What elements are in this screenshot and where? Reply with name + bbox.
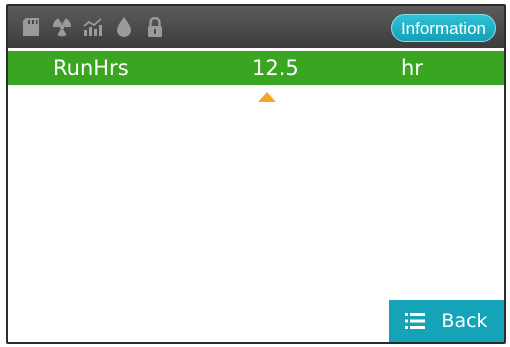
water-drop-icon — [113, 16, 135, 38]
status-icons — [20, 15, 175, 39]
parameter-row[interactable]: RunHrs 12.5 hr — [8, 51, 504, 85]
status-bar: Information — [8, 6, 504, 48]
list-icon — [405, 313, 426, 329]
parameter-unit: hr — [401, 56, 423, 80]
device-screen: Information RunHrs 12.5 hr Back — [6, 4, 506, 344]
trend-chart-icon — [82, 16, 104, 38]
information-button[interactable]: Information — [390, 14, 496, 42]
parameter-value: 12.5 — [252, 56, 299, 80]
radiation-icon — [51, 16, 73, 38]
lock-icon — [144, 16, 166, 38]
parameter-name: RunHrs — [53, 56, 129, 80]
caret-up-icon — [258, 92, 276, 102]
back-label: Back — [441, 310, 488, 332]
back-button[interactable]: Back — [389, 300, 504, 342]
sd-card-icon — [20, 16, 42, 38]
